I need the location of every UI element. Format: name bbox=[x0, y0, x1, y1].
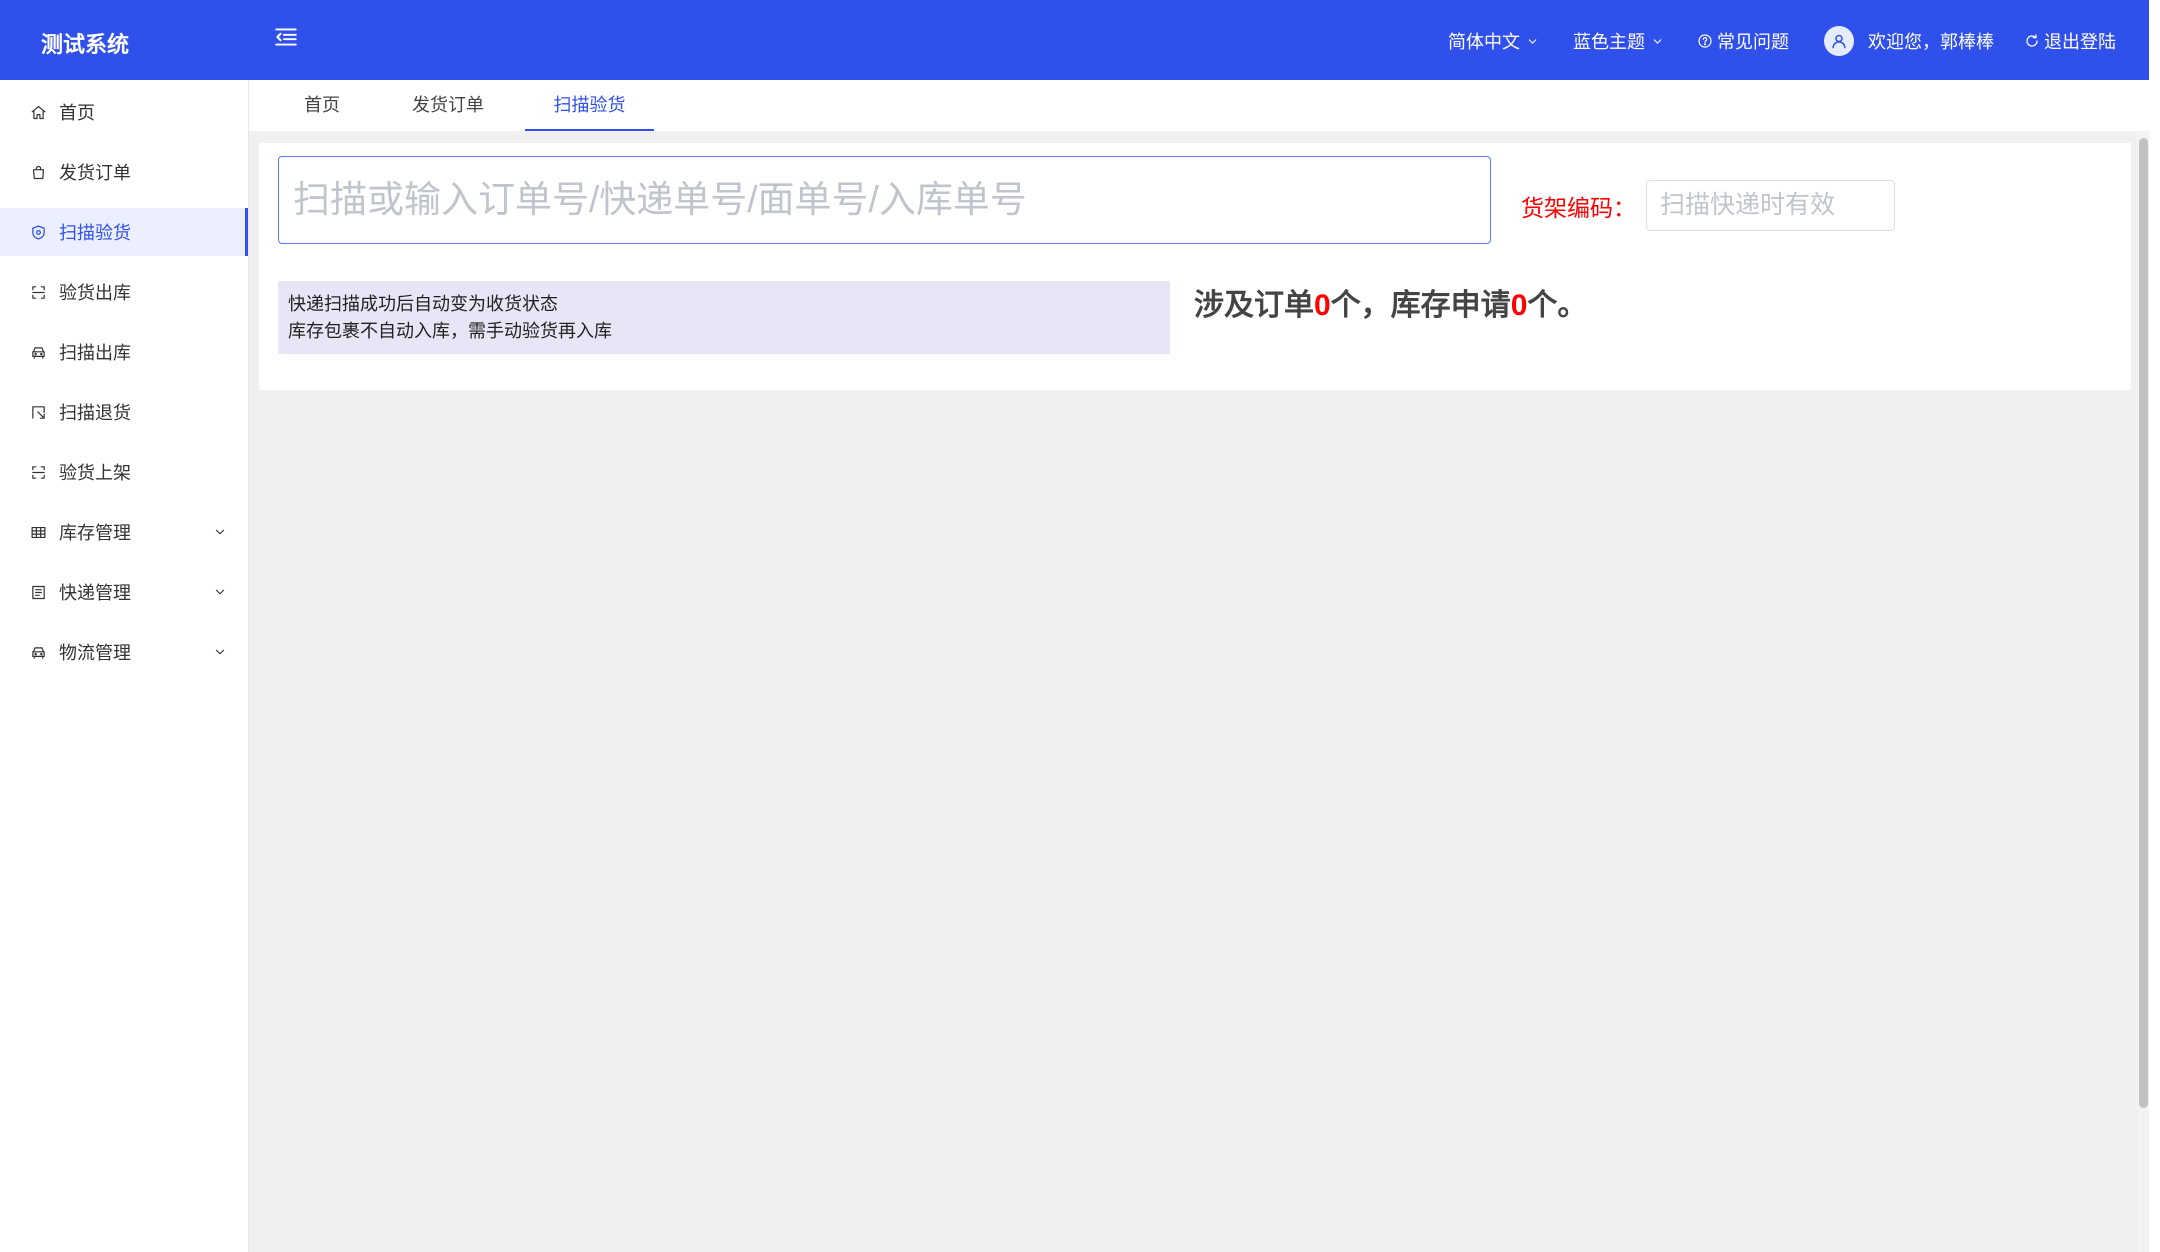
sidebar-item-inspect-shelve[interactable]: 验货上架 bbox=[0, 448, 248, 496]
sidebar-item-label: 首页 bbox=[59, 103, 95, 123]
shelf-code-input[interactable] bbox=[1646, 180, 1895, 231]
faq-link[interactable]: 常见问题 bbox=[1697, 0, 1789, 82]
logout-label: 退出登陆 bbox=[2044, 32, 2116, 52]
sidebar-item-scan-outbound[interactable]: 扫描出库 bbox=[0, 328, 248, 376]
car-icon bbox=[30, 644, 47, 661]
list-icon bbox=[30, 584, 47, 601]
sidebar-item-inventory-management[interactable]: 库存管理 bbox=[0, 508, 248, 556]
sidebar-item-logistics-management[interactable]: 物流管理 bbox=[0, 628, 248, 676]
scrollbar-thumb[interactable] bbox=[2138, 138, 2148, 1108]
language-label: 简体中文 bbox=[1448, 32, 1520, 52]
request-count: 0 bbox=[1510, 289, 1528, 322]
scan-icon bbox=[30, 464, 47, 481]
sidebar-item-label: 快递管理 bbox=[59, 583, 131, 603]
sidebar-item-scan-return[interactable]: 扫描退货 bbox=[0, 388, 248, 436]
sidebar-item-label: 扫描退货 bbox=[59, 403, 131, 423]
sidebar-item-label: 扫描验货 bbox=[59, 223, 131, 243]
sidebar-item-label: 验货出库 bbox=[59, 283, 131, 303]
sidebar-item-label: 库存管理 bbox=[59, 523, 131, 543]
theme-label: 蓝色主题 bbox=[1573, 32, 1645, 52]
logout-icon bbox=[2024, 33, 2040, 49]
home-icon bbox=[30, 104, 47, 121]
question-circle-icon bbox=[1697, 33, 1713, 49]
avatar-icon[interactable] bbox=[1824, 26, 1854, 56]
chevron-down-icon bbox=[213, 525, 227, 539]
sidebar: 首页 发货订单 扫描验货 验货出库 扫描出库 扫描退货 验货上架 库存管理 快递… bbox=[0, 80, 249, 1252]
scrollbar-track[interactable] bbox=[2137, 131, 2149, 1252]
summary-text: 涉及订单 bbox=[1194, 289, 1314, 322]
sidebar-item-express-management[interactable]: 快递管理 bbox=[0, 568, 248, 616]
language-dropdown[interactable]: 简体中文 bbox=[1448, 0, 1539, 82]
sidebar-item-inspect-outbound[interactable]: 验货出库 bbox=[0, 268, 248, 316]
scan-card: 货架编码： 快递扫描成功后自动变为收货状态 库存包裹不自动入库，需手动验货再入库… bbox=[259, 143, 2131, 390]
faq-label: 常见问题 bbox=[1717, 32, 1789, 52]
return-icon bbox=[30, 404, 47, 421]
sidebar-item-home[interactable]: 首页 bbox=[0, 88, 248, 136]
sidebar-item-label: 物流管理 bbox=[59, 643, 131, 663]
car-icon bbox=[30, 344, 47, 361]
sidebar-item-shipping-orders[interactable]: 发货订单 bbox=[0, 148, 248, 196]
user-menu[interactable]: 欢迎您，郭棒棒 bbox=[1824, 0, 1994, 82]
tab-scan-inspect[interactable]: 扫描验货 bbox=[525, 80, 654, 131]
scan-icon bbox=[30, 284, 47, 301]
theme-dropdown[interactable]: 蓝色主题 bbox=[1573, 0, 1664, 82]
summary-text: 个，库存申请 bbox=[1330, 289, 1511, 322]
logout-button[interactable]: 退出登陆 bbox=[2024, 0, 2116, 82]
tab-shipping-orders[interactable]: 发货订单 bbox=[400, 80, 496, 131]
tab-home[interactable]: 首页 bbox=[290, 80, 354, 131]
sidebar-item-label: 发货订单 bbox=[59, 163, 131, 183]
chevron-down-icon bbox=[213, 585, 227, 599]
notice-line: 快递扫描成功后自动变为收货状态 bbox=[288, 294, 558, 314]
chevron-down-icon bbox=[1526, 35, 1539, 48]
page-tabs: 首页 发货订单 扫描验货 bbox=[249, 80, 2149, 131]
top-header: 测试系统 简体中文 蓝色主题 常见问题 欢迎您，郭棒棒 退出登陆 bbox=[0, 0, 2149, 80]
table-icon bbox=[30, 524, 47, 541]
notice-box: 快递扫描成功后自动变为收货状态 库存包裹不自动入库，需手动验货再入库 bbox=[278, 281, 1170, 354]
chevron-down-icon bbox=[1651, 35, 1664, 48]
sidebar-item-scan-inspect[interactable]: 扫描验货 bbox=[0, 208, 248, 256]
sidebar-item-label: 扫描出库 bbox=[59, 343, 131, 363]
scan-summary: 涉及订单0个，库存申请0个。 bbox=[1194, 286, 1587, 326]
notice-line: 库存包裹不自动入库，需手动验货再入库 bbox=[288, 321, 612, 341]
menu-fold-icon[interactable] bbox=[273, 24, 299, 50]
chevron-down-icon bbox=[213, 645, 227, 659]
shopping-bag-icon bbox=[30, 164, 47, 181]
main-content: 货架编码： 快递扫描成功后自动变为收货状态 库存包裹不自动入库，需手动验货再入库… bbox=[249, 131, 2149, 1252]
app-logo-title: 测试系统 bbox=[41, 32, 130, 57]
shield-icon bbox=[30, 224, 47, 241]
user-greeting: 欢迎您，郭棒棒 bbox=[1868, 32, 1994, 52]
order-count: 0 bbox=[1314, 289, 1331, 322]
sidebar-item-label: 验货上架 bbox=[59, 463, 131, 483]
summary-text: 个。 bbox=[1527, 289, 1588, 322]
shelf-code-label: 货架编码： bbox=[1521, 195, 1636, 221]
scan-order-input[interactable] bbox=[278, 156, 1491, 244]
